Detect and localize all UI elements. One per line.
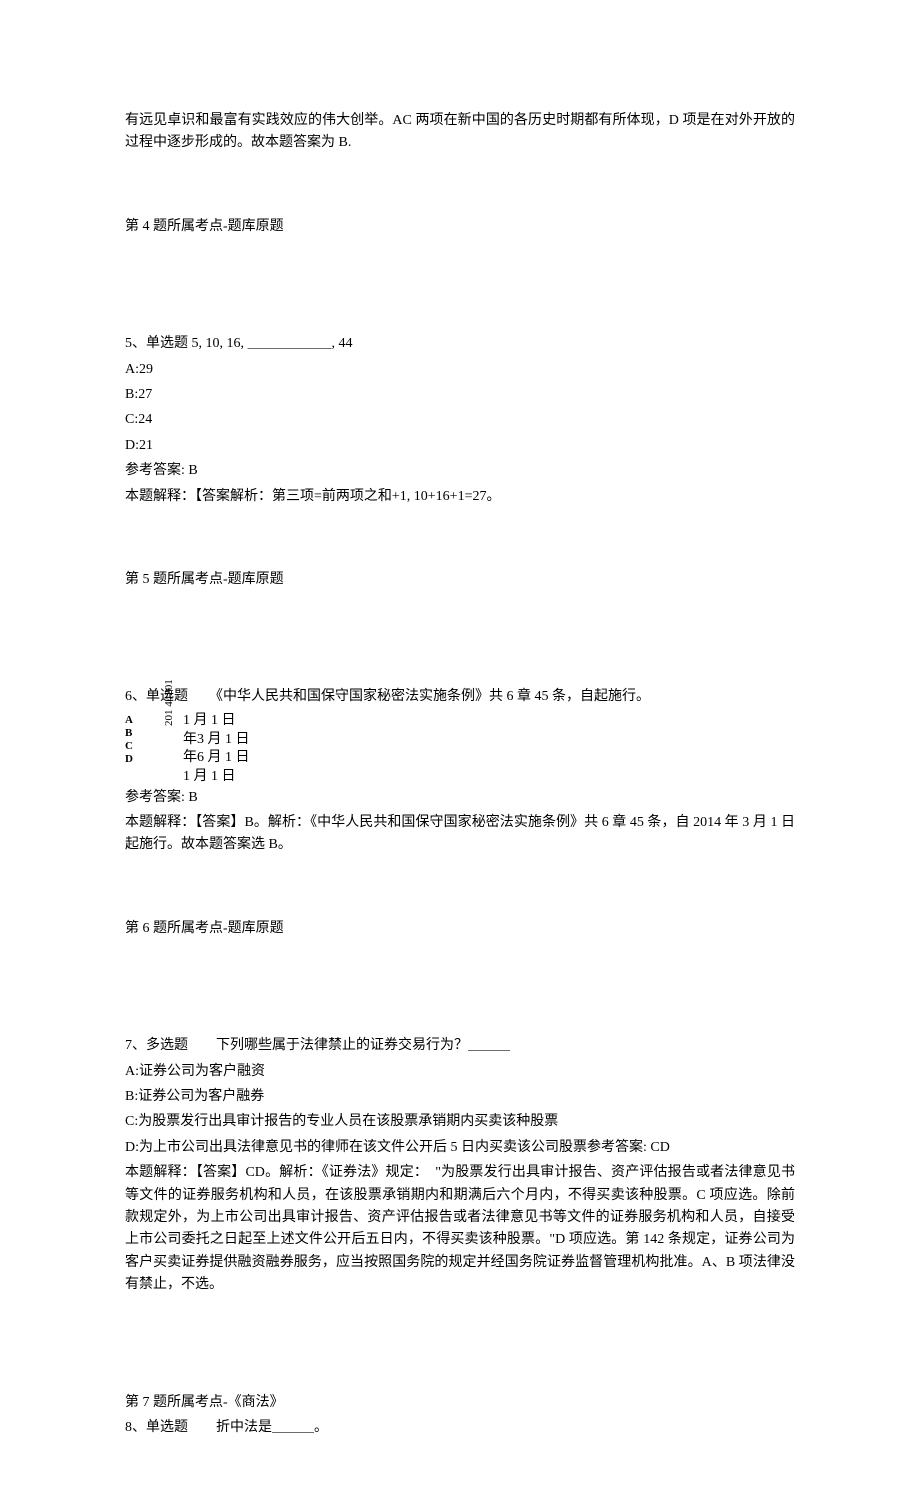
intro-paragraph: 有远见卓识和最富有实践效应的伟大创举。AC 两项在新中国的各历史时期都有所体现，… bbox=[125, 110, 795, 155]
spacer bbox=[125, 594, 795, 686]
q6-dates: 1 月 1 日 年3 月 1 日 年6 月 1 日 1 月 1 日 bbox=[183, 712, 250, 788]
q6-date-d: 1 月 1 日 bbox=[183, 768, 250, 787]
q5-explanation: 本题解释：【答案解析：第三项=前两项之和+1, 10+16+1=27。 bbox=[125, 486, 795, 508]
q6-option-labels: A B C D bbox=[125, 714, 133, 767]
spacer bbox=[125, 1300, 795, 1392]
q5-stem: 5、单选题 5, 10, 16, ＿＿＿＿＿＿, 44 bbox=[125, 333, 795, 355]
q7-option-a: A:证券公司为客户融资 bbox=[125, 1061, 795, 1083]
spacer bbox=[125, 860, 795, 918]
q6-years-rotated: 201 44201 bbox=[163, 679, 175, 726]
q7-topic: 第 7 题所属考点-《商法》 bbox=[125, 1392, 795, 1414]
q6-date-a: 1 月 1 日 bbox=[183, 712, 250, 731]
spacer bbox=[125, 511, 795, 569]
q5-option-a: A:29 bbox=[125, 359, 795, 381]
spacer bbox=[125, 158, 795, 216]
q6-options-block: A B C D 201 44201 1 月 1 日 年3 月 1 日 年6 月 … bbox=[125, 712, 795, 787]
q5-option-b: B:27 bbox=[125, 384, 795, 406]
q8-stem: 8、单选题 折中法是＿＿＿。 bbox=[125, 1417, 795, 1439]
q5-option-d: D:21 bbox=[125, 435, 795, 457]
q7-stem: 7、多选题 下列哪些属于法律禁止的证券交易行为？＿＿＿ bbox=[125, 1035, 795, 1057]
q6-label-d: D bbox=[125, 753, 133, 766]
q6-label-c: C bbox=[125, 740, 133, 753]
q6-label-b: B bbox=[125, 727, 133, 740]
q6-date-c: 年6 月 1 日 bbox=[183, 749, 250, 768]
q6-topic: 第 6 题所属考点-题库原题 bbox=[125, 918, 795, 940]
q5-topic: 第 5 题所属考点-题库原题 bbox=[125, 569, 795, 591]
q5-option-c: C:24 bbox=[125, 409, 795, 431]
q6-explanation: 本题解释：【答案】B。解析：《中华人民共和国保守国家秘密法实施条例》共 6 章 … bbox=[125, 812, 795, 857]
q6-stem: 6、单选题 《中华人民共和国保守国家秘密法实施条例》共 6 章 45 条，自起施… bbox=[125, 686, 795, 708]
q7-explanation: 本题解释：【答案】CD。解析：《证券法》规定： "为股票发行出具审计报告、资产评… bbox=[125, 1162, 795, 1296]
q7-option-b: B:证券公司为客户融券 bbox=[125, 1086, 795, 1108]
spacer bbox=[125, 943, 795, 1035]
q5-answer: 参考答案: B bbox=[125, 460, 795, 482]
document-page: 有远见卓识和最富有实践效应的伟大创举。AC 两项在新中国的各历史时期都有所体现，… bbox=[0, 0, 920, 1502]
q7-option-d: D:为上市公司出具法律意见书的律师在该文件公开后 5 日内买卖该公司股票参考答案… bbox=[125, 1137, 795, 1159]
q7-option-c: C:为股票发行出具审计报告的专业人员在该股票承销期内买卖该种股票 bbox=[125, 1111, 795, 1133]
q6-date-b: 年3 月 1 日 bbox=[183, 731, 250, 750]
q6-label-a: A bbox=[125, 714, 133, 727]
q4-topic: 第 4 题所属考点-题库原题 bbox=[125, 216, 795, 238]
spacer bbox=[125, 241, 795, 333]
q6-answer: 参考答案: B bbox=[125, 787, 795, 809]
